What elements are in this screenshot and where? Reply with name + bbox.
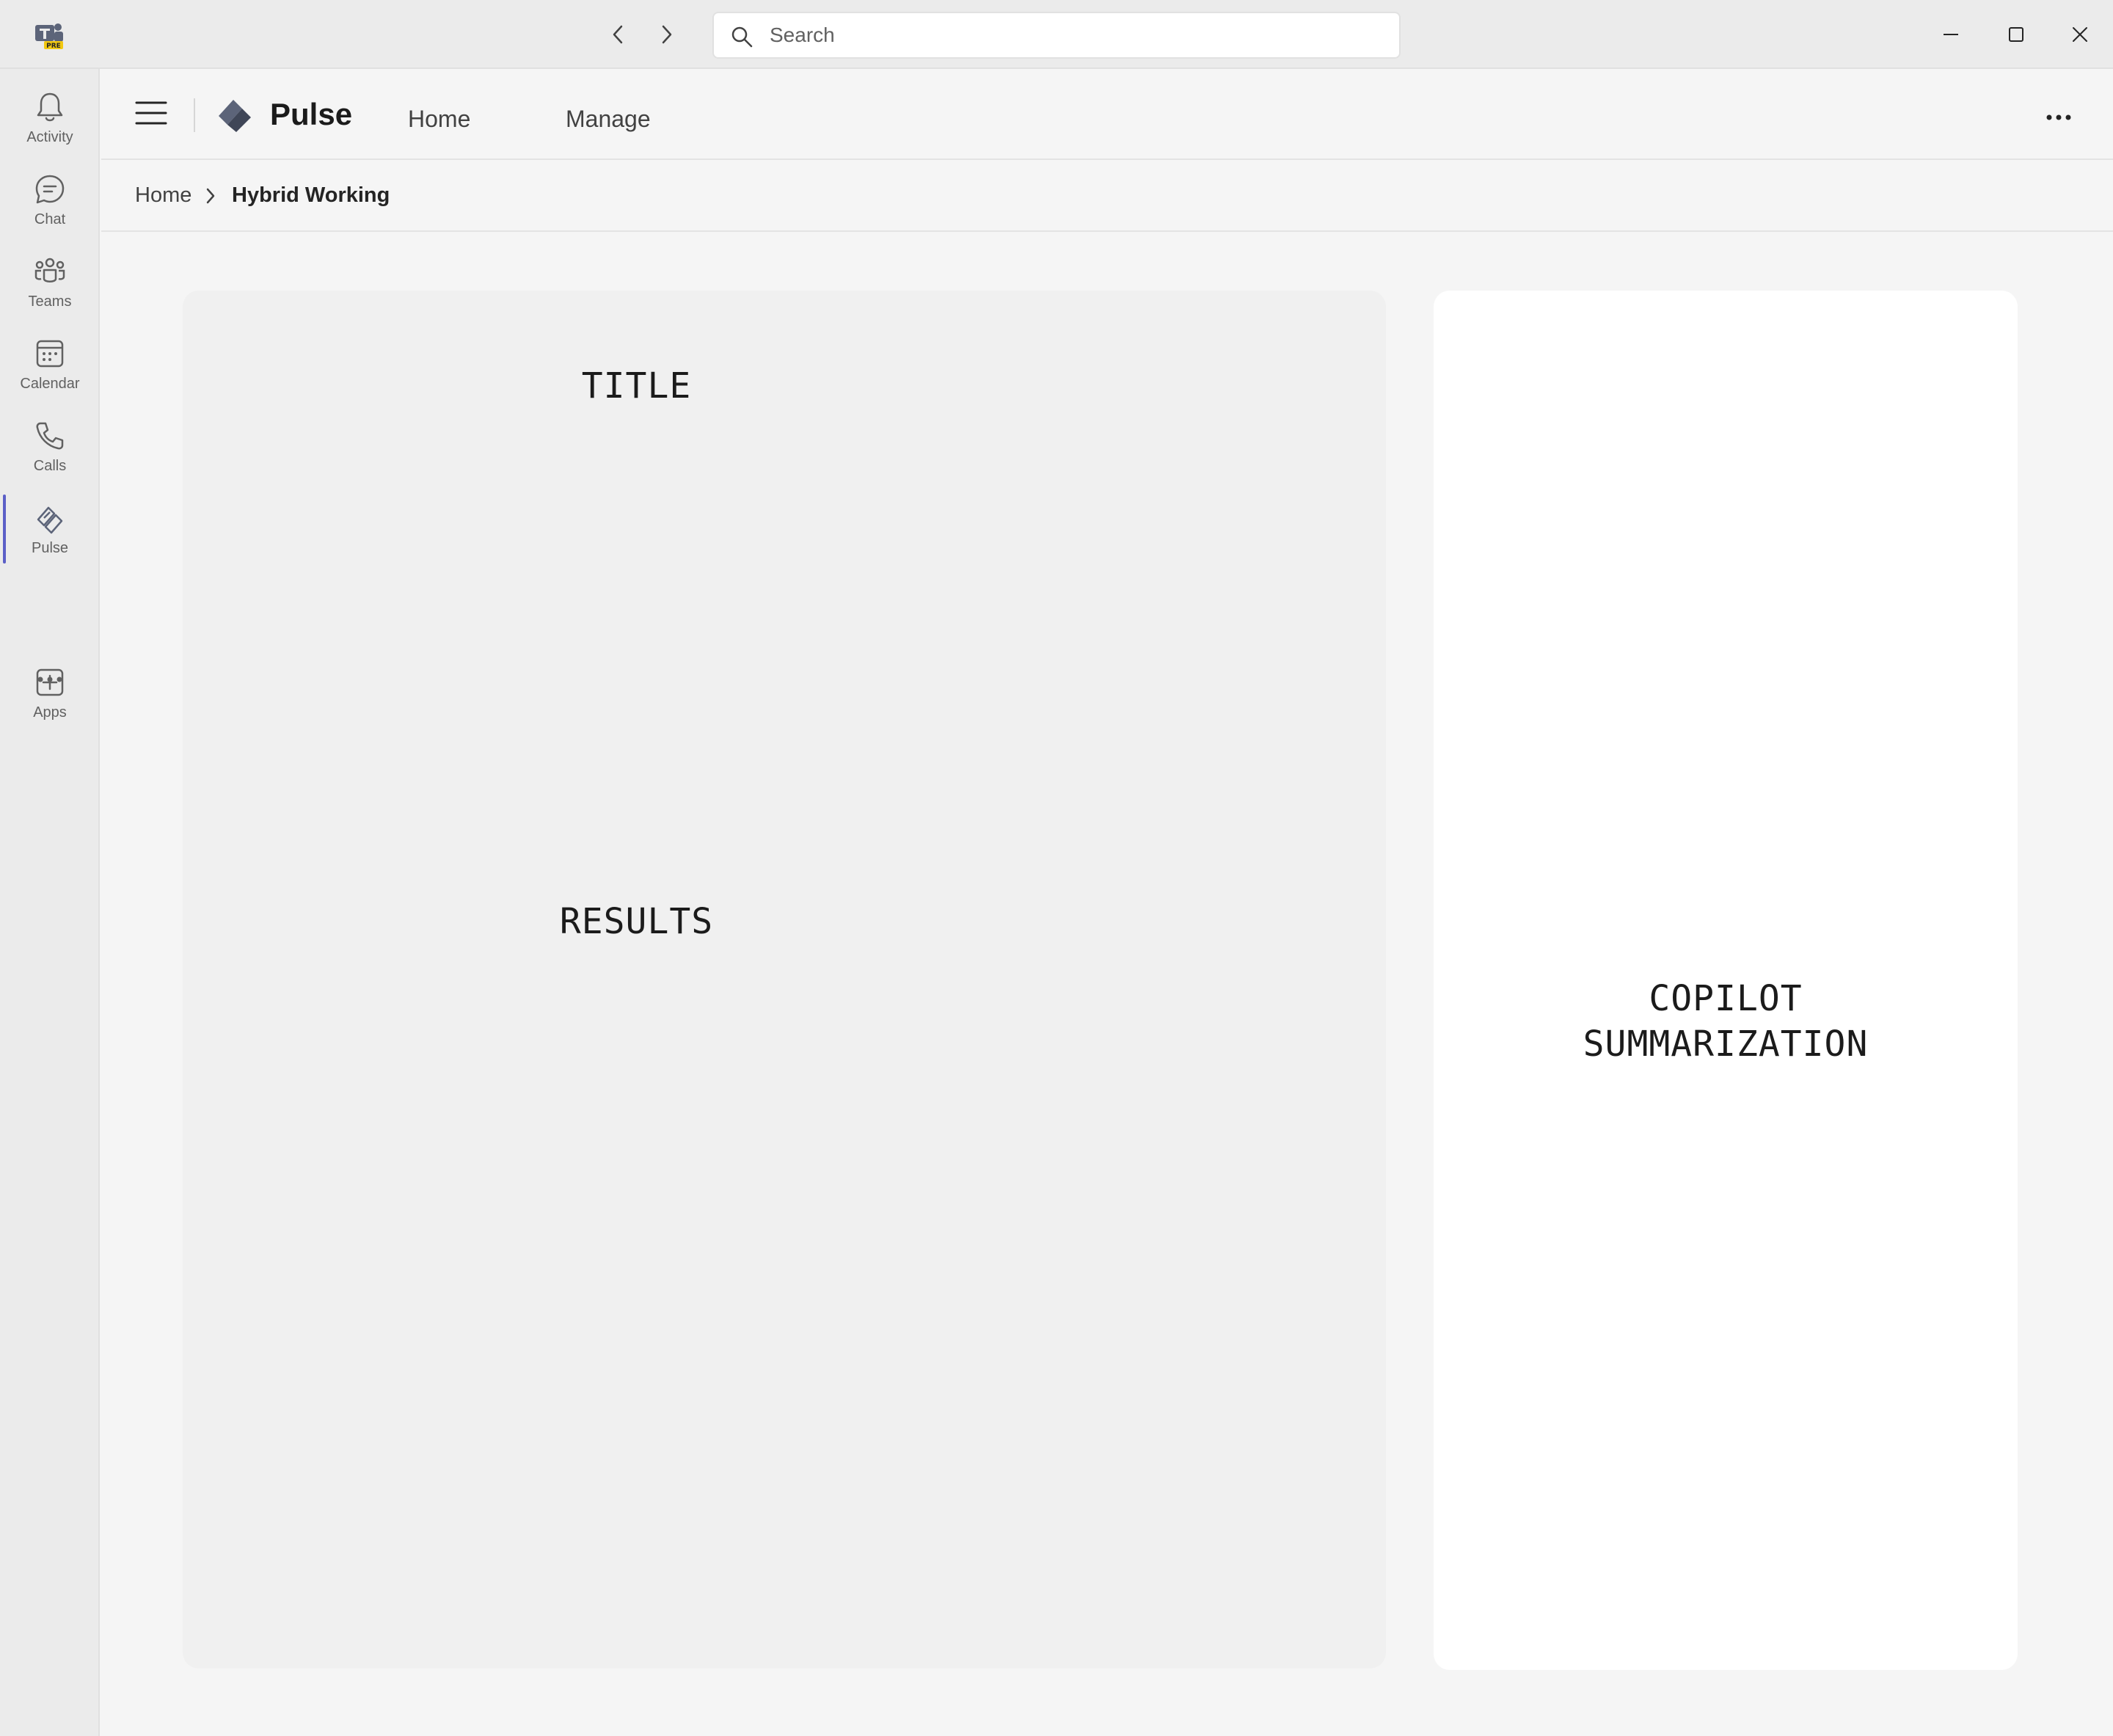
breadcrumb-current: Hybrid Working [232,183,390,207]
chevron-right-icon [206,188,215,204]
breadcrumb-home-link[interactable]: Home [135,183,191,208]
header-divider [194,98,195,132]
rail-item-label: Apps [33,704,67,721]
back-button[interactable] [604,20,633,49]
rail-item-label: Activity [26,129,73,145]
close-button[interactable] [2062,16,2098,53]
results-placeholder: RESULTS [559,901,714,942]
close-icon [2073,27,2087,42]
pulse-logo-icon [216,95,254,134]
window-title-bar: PRE [0,0,2113,69]
hamburger-menu-icon [135,101,167,125]
phone-icon [34,420,66,452]
maximize-button[interactable] [1998,16,2034,53]
app-header: Pulse Home Manage [101,69,2113,160]
rail-item-label: Calls [33,458,67,474]
pulse-icon [34,502,66,534]
forward-button[interactable] [652,20,681,49]
minimize-button[interactable] [1933,16,1969,53]
copilot-summarization-placeholder: COPILOT SUMMARIZATION [1583,978,1869,1065]
chevron-left-icon [613,25,623,44]
rail-item-activity[interactable]: Activity [0,84,100,166]
tab-manage[interactable]: Manage [566,106,651,133]
menu-button[interactable] [135,100,167,129]
rail-item-calls[interactable]: Calls [0,412,100,495]
rail-item-label: Chat [34,211,66,227]
rail-item-label: Pulse [31,540,69,556]
rail-item-chat[interactable]: Chat [0,166,100,248]
search-icon [731,26,753,48]
tab-home[interactable]: Home [408,106,470,133]
rail-item-pulse[interactable]: Pulse [0,495,100,577]
minimize-icon [1944,34,1958,35]
teams-icon [34,255,66,288]
search-box[interactable] [712,12,1401,59]
rail-item-label: Teams [28,293,72,310]
more-options-button[interactable] [2038,103,2079,132]
bell-icon [34,91,66,123]
breadcrumb: Home Hybrid Working [101,160,2113,232]
more-horizontal-icon [2046,114,2071,120]
add-app-icon [34,666,66,699]
maximize-icon [2009,27,2023,42]
title-placeholder: TITLE [581,365,692,406]
svg-text:PRE: PRE [46,43,61,50]
chat-icon [34,173,66,205]
rail-item-teams[interactable]: Teams [0,248,100,330]
teams-app-logo-icon: PRE [34,22,65,50]
rail-item-apps[interactable]: Apps [0,659,100,741]
results-panel [183,291,1386,1668]
chevron-right-icon [662,25,672,44]
search-input[interactable] [770,21,1371,50]
app-title: Pulse [270,97,353,131]
